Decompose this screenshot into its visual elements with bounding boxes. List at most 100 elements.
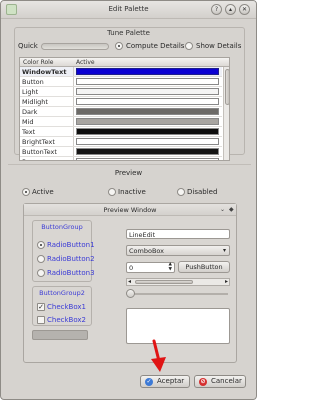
preview-window-titlebar: Preview Window ⌄ ◆ — [24, 204, 236, 216]
color-swatch[interactable] — [76, 98, 219, 105]
preview-window-title: Preview Window — [103, 206, 157, 214]
color-role-name: Base — [22, 158, 72, 160]
color-role-name: Dark — [22, 108, 38, 116]
red-arrow-annotation — [151, 339, 166, 372]
close-icon[interactable]: ✕ — [239, 4, 250, 15]
table-scrollbar[interactable] — [223, 67, 229, 160]
scrollbar-thumb[interactable] — [225, 69, 229, 105]
slider-handle[interactable] — [126, 289, 135, 298]
inactive-mode-radio[interactable] — [108, 188, 116, 196]
title-bar[interactable]: Edit Palette ? ▴ ✕ — [1, 1, 256, 19]
table-row[interactable]: Light — [20, 87, 222, 97]
cancel-button-label: Cancelar — [211, 377, 242, 385]
cancel-button[interactable]: ⊘ Cancelar — [194, 375, 246, 388]
color-role-table[interactable]: Color Role Active WindowText Button Light M… — [19, 57, 230, 161]
disabled-mode-radio[interactable] — [177, 188, 185, 196]
color-swatch[interactable] — [76, 88, 219, 95]
table-row[interactable]: Base — [20, 157, 222, 160]
compute-details-label[interactable]: Compute Details — [126, 42, 184, 50]
table-row[interactable]: Text — [20, 127, 222, 137]
radio-button-3-label[interactable]: RadioButton3 — [47, 269, 95, 277]
progress-bar — [32, 330, 88, 340]
push-button[interactable]: PushButton — [178, 261, 230, 273]
color-swatch[interactable] — [76, 158, 219, 160]
tune-palette-title: Tune Palette — [107, 29, 150, 37]
color-role-name: ButtonText — [22, 148, 57, 156]
preview-title: Preview — [114, 169, 143, 177]
maximize-icon[interactable]: ▴ — [225, 4, 236, 15]
table-row[interactable]: Dark — [20, 107, 222, 117]
color-role-name: BrightText — [22, 138, 55, 146]
edit-palette-window: Edit Palette ? ▴ ✕ Tune Palette Quick Co… — [0, 0, 257, 400]
table-row[interactable]: Mid — [20, 117, 222, 127]
cancel-icon: ⊘ — [199, 378, 207, 386]
color-swatch[interactable] — [76, 128, 219, 135]
radio-button-3[interactable] — [37, 269, 45, 277]
combo-box[interactable]: ComboBox ▾ — [126, 245, 230, 256]
checkbox-2-label[interactable]: CheckBox2 — [47, 316, 86, 324]
compute-details-radio[interactable] — [115, 42, 123, 50]
chevron-down-icon[interactable]: ⌄ — [220, 206, 225, 213]
combo-box-value: ComboBox — [129, 247, 165, 255]
window-options-icon[interactable]: ◆ — [229, 206, 234, 213]
column-separator — [73, 77, 74, 86]
horizontal-scrollbar-thumb[interactable] — [135, 280, 193, 284]
color-swatch[interactable] — [76, 148, 219, 155]
slider-track[interactable] — [128, 293, 228, 295]
show-details-label[interactable]: Show Details — [196, 42, 241, 50]
table-row[interactable]: ButtonText — [20, 147, 222, 157]
spin-box[interactable]: 0 ▲ ▼ — [126, 262, 175, 273]
table-header: Color Role Active — [20, 58, 229, 67]
column-separator — [73, 87, 74, 96]
quick-label: Quick — [18, 42, 38, 50]
preview-window: Preview Window ⌄ ◆ ButtonGroup RadioButt… — [23, 203, 237, 363]
active-mode-radio[interactable] — [22, 188, 30, 196]
button-group-2: ButtonGroup2 ✓ CheckBox1 CheckBox2 — [32, 286, 92, 326]
radio-button-1[interactable] — [37, 241, 45, 249]
color-swatch[interactable] — [76, 68, 219, 75]
checkbox-1[interactable]: ✓ — [37, 303, 45, 311]
color-role-name: Light — [22, 88, 39, 96]
line-edit[interactable]: LineEdit — [126, 229, 230, 239]
color-role-header[interactable]: Color Role — [23, 59, 54, 66]
color-role-name: Button — [22, 78, 44, 86]
column-separator — [73, 97, 74, 106]
table-row[interactable]: Midlight — [20, 97, 222, 107]
column-separator — [73, 147, 74, 156]
table-row[interactable]: BrightText — [20, 137, 222, 147]
radio-button-2[interactable] — [37, 255, 45, 263]
checkmark-icon: ✓ — [145, 378, 153, 386]
color-role-name: Midlight — [22, 98, 48, 106]
chevron-down-icon: ▾ — [222, 247, 226, 254]
active-header[interactable]: Active — [76, 59, 95, 66]
text-edit[interactable] — [126, 308, 230, 344]
radio-button-1-label[interactable]: RadioButton1 — [47, 241, 95, 249]
color-role-name: Text — [22, 128, 36, 136]
checkbox-2[interactable] — [37, 316, 45, 324]
disabled-mode-label[interactable]: Disabled — [187, 188, 217, 196]
button-group: ButtonGroup RadioButton1 RadioButton2 Ra… — [32, 220, 95, 282]
radio-button-2-label[interactable]: RadioButton2 — [47, 255, 95, 263]
color-swatch[interactable] — [76, 138, 219, 145]
active-mode-label[interactable]: Active — [32, 188, 54, 196]
quick-slider[interactable] — [41, 43, 109, 50]
scroll-left-icon[interactable]: ◂ — [128, 278, 131, 285]
button-group-title: ButtonGroup — [41, 223, 83, 231]
button-group-2-title: ButtonGroup2 — [39, 289, 85, 297]
column-separator — [73, 157, 74, 160]
column-separator — [73, 107, 74, 116]
accept-button[interactable]: ✓ Aceptar — [140, 375, 190, 388]
checkbox-1-label[interactable]: CheckBox1 — [47, 303, 86, 311]
table-row[interactable]: Button — [20, 77, 222, 87]
inactive-mode-label[interactable]: Inactive — [118, 188, 146, 196]
spin-arrows-icon[interactable]: ▲ ▼ — [169, 262, 172, 272]
help-icon[interactable]: ? — [211, 4, 222, 15]
horizontal-scrollbar[interactable]: ◂ ▸ — [126, 278, 230, 286]
scroll-right-icon[interactable]: ▸ — [225, 278, 228, 285]
color-swatch[interactable] — [76, 108, 219, 115]
spin-box-value: 0 — [129, 264, 134, 272]
show-details-radio[interactable] — [185, 42, 193, 50]
table-row[interactable]: WindowText — [20, 67, 222, 77]
color-swatch[interactable] — [76, 78, 219, 85]
color-swatch[interactable] — [76, 118, 219, 125]
